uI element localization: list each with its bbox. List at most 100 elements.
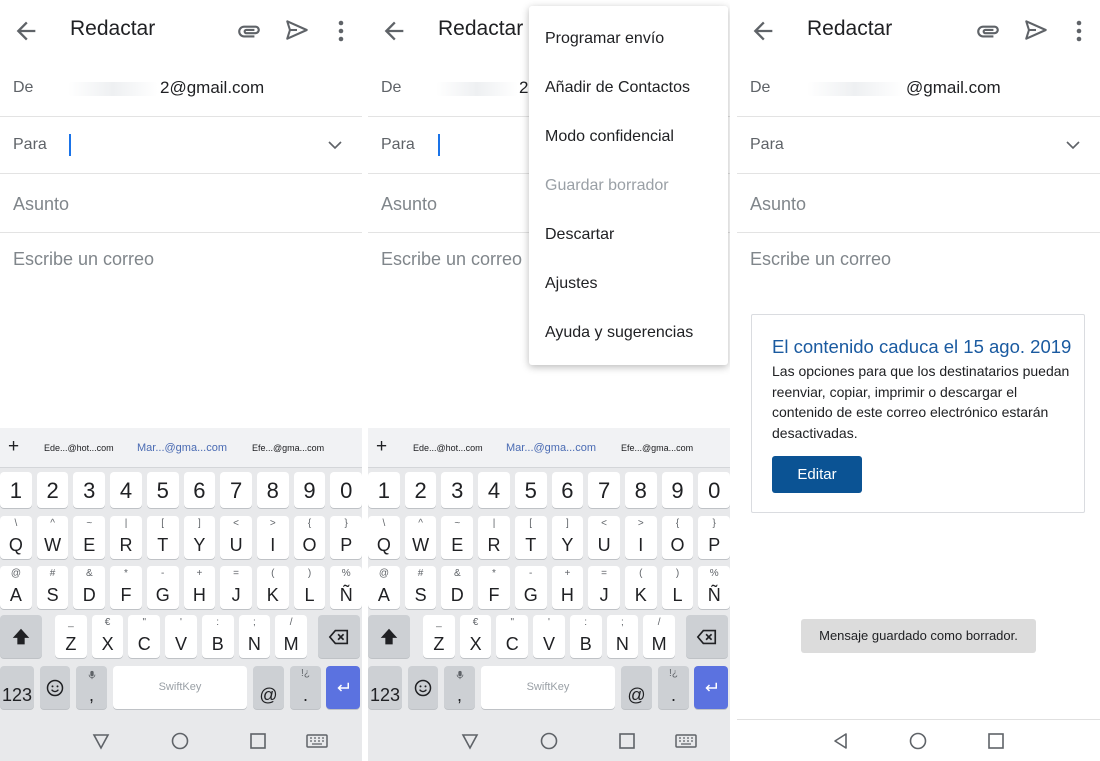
key-6[interactable]: 6 [183,472,216,508]
menu-item-add-contacts[interactable]: Añadir de Contactos [545,79,690,97]
key-p[interactable]: } P [698,516,730,559]
key-j[interactable]: = J [220,566,252,609]
key-b[interactable]: :B [201,615,234,658]
chevron-down-icon[interactable] [1064,136,1082,154]
key-1[interactable]: 1 [0,472,32,508]
shift-key[interactable] [368,615,410,658]
key-s[interactable]: # S [36,566,69,609]
key-i[interactable]: > I [256,516,289,559]
attach-icon[interactable] [236,18,262,44]
key-r[interactable]: | R [478,516,510,559]
key-l[interactable]: ) L [661,566,694,609]
more-vert-icon[interactable] [336,18,346,44]
key-e[interactable]: ~ E [73,516,106,559]
subject-field[interactable]: Asunto [737,174,1100,233]
body-field[interactable]: Escribe un correo [0,233,362,428]
key-w[interactable]: ^ W [404,516,437,559]
key-a[interactable]: @ A [0,566,32,609]
key-v[interactable]: ' V [533,615,565,658]
key-5[interactable]: 5 [146,472,179,508]
attach-icon[interactable] [975,18,1001,44]
key-8[interactable]: 8 [256,472,289,508]
symbols-key[interactable]: 123 [368,666,402,709]
key-t[interactable]: [T [146,516,179,559]
key-1[interactable]: 1 [368,472,400,508]
key-7[interactable]: 7 [220,472,252,508]
at-key[interactable]: @ [621,666,652,709]
nav-recents-icon[interactable] [986,731,1006,751]
key-q[interactable]: \ Q [368,516,400,559]
key-o[interactable]: {O [293,516,326,559]
enter-key[interactable] [326,666,360,709]
arrow-back-icon[interactable] [12,17,40,45]
key-t[interactable]: [T [514,516,547,559]
key-2[interactable]: 2 [404,472,437,508]
suggestion-1[interactable]: Ede...@hot...com [413,443,483,453]
keyboard-icon[interactable] [674,731,698,751]
shift-key[interactable] [0,615,42,658]
key-n[interactable]: ; N [606,615,639,658]
body-field[interactable]: Escribe un correo [737,233,1100,313]
key-a[interactable]: @ A [368,566,400,609]
key-4[interactable]: 4 [110,472,142,508]
comma-key[interactable]: , [76,666,107,709]
menu-item-schedule-send[interactable]: Programar envío [545,30,664,48]
to-field[interactable]: Para [0,117,362,174]
key-e[interactable]: ~ E [441,516,474,559]
key-b[interactable]: :B [569,615,602,658]
backspace-key[interactable] [686,615,728,658]
from-field[interactable]: De @gmail.com [737,60,1100,117]
key-3[interactable]: 3 [73,472,106,508]
backspace-key[interactable] [318,615,360,658]
key-j[interactable]: = J [588,566,620,609]
menu-item-settings[interactable]: Ajustes [545,275,597,293]
period-key[interactable]: !¿. [290,666,321,709]
key-w[interactable]: ^ W [36,516,69,559]
key-u[interactable]: < U [220,516,252,559]
send-icon[interactable] [1023,17,1049,43]
send-icon[interactable] [284,17,310,43]
to-field[interactable]: Para [737,117,1100,174]
key-q[interactable]: \ Q [0,516,32,559]
nav-home-icon[interactable] [539,731,559,751]
suggestion-3[interactable]: Efe...@gma...com [252,443,324,453]
nav-home-icon[interactable] [170,731,190,751]
key-m[interactable]: / M [643,615,675,658]
menu-item-discard[interactable]: Descartar [545,226,614,244]
key-o[interactable]: {O [661,516,694,559]
key-ñ[interactable]: % Ñ [698,566,730,609]
key-9[interactable]: 9 [293,472,326,508]
arrow-back-icon[interactable] [749,17,777,45]
nav-recents-icon[interactable] [248,731,268,751]
key-h[interactable]: + H [551,566,584,609]
key-u[interactable]: < U [588,516,620,559]
suggestion-3[interactable]: Efe...@gma...com [621,443,693,453]
key-z[interactable]: _ Z [423,615,455,658]
enter-key[interactable] [694,666,728,709]
key-c[interactable]: " C [128,615,161,658]
key-g[interactable]: -G [146,566,179,609]
key-i[interactable]: > I [624,516,657,559]
key-z[interactable]: _ Z [55,615,87,658]
key-5[interactable]: 5 [514,472,547,508]
key-y[interactable]: ] Y [551,516,584,559]
at-key[interactable]: @ [253,666,284,709]
key-3[interactable]: 3 [441,472,474,508]
key-2[interactable]: 2 [36,472,69,508]
space-bar[interactable]: SwiftKey [481,666,615,709]
key-r[interactable]: | R [110,516,142,559]
chevron-down-icon[interactable] [326,136,344,154]
key-8[interactable]: 8 [624,472,657,508]
nav-back-icon[interactable] [831,731,851,751]
key-d[interactable]: & D [441,566,474,609]
more-vert-icon[interactable] [1074,18,1084,44]
key-l[interactable]: ) L [293,566,326,609]
symbols-key[interactable]: 123 [0,666,34,709]
plus-button[interactable]: + [376,436,387,458]
emoji-key[interactable] [408,666,438,709]
key-v[interactable]: ' V [165,615,197,658]
nav-back-icon[interactable] [91,731,111,751]
nav-back-icon[interactable] [460,731,480,751]
key-y[interactable]: ] Y [183,516,216,559]
edit-button[interactable]: Editar [772,456,862,493]
